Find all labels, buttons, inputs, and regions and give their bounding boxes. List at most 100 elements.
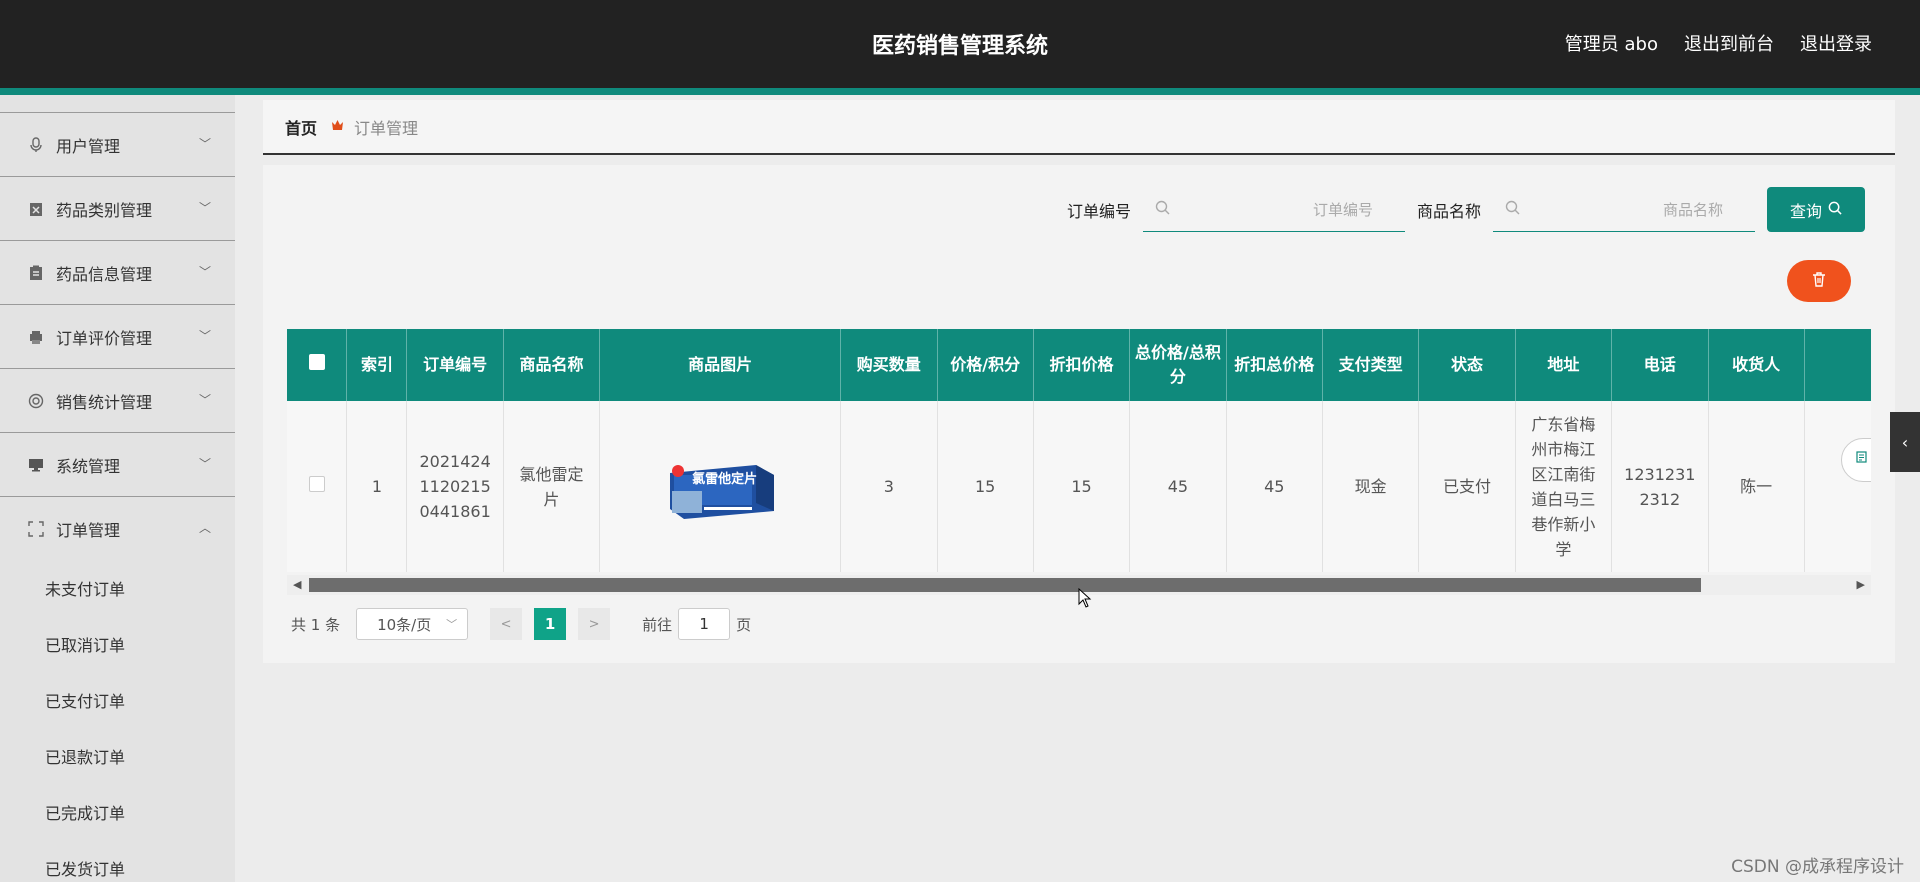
chevron-up-icon: ︿: [198, 521, 211, 535]
table-header-row: 索引 订单编号 商品名称 商品图片 购买数量 价格/积分 折扣价格 总价格/总积…: [287, 329, 1871, 401]
monitor-icon: [28, 457, 44, 473]
sidebar: 用户管理 ﹀ 药品类别管理 ﹀ 药品信息管理 ﹀ 订单评价管理 ﹀ 销售统计管理…: [0, 95, 235, 882]
sidebar-item-sales-stats[interactable]: 销售统计管理 ﹀: [0, 368, 235, 432]
column-header: 支付类型: [1322, 329, 1420, 401]
search-icon: [1505, 200, 1520, 219]
product-image-text: 氯雷他定片: [692, 471, 758, 487]
scroll-left-icon[interactable]: ◀: [293, 578, 301, 591]
top-links: 管理员 abo 退出到前台 退出登录: [1565, 30, 1872, 56]
receiver-cell: 陈一: [1708, 401, 1805, 572]
top-header: 医药销售管理系统 管理员 abo 退出到前台 退出登录: [0, 0, 1920, 88]
goto-prefix: 前往: [642, 615, 673, 634]
qty-cell: 3: [840, 401, 938, 572]
breadcrumb-home[interactable]: 首页: [285, 115, 317, 139]
query-label: 查询: [1789, 201, 1822, 221]
scroll-right-icon[interactable]: ▶: [1857, 578, 1865, 591]
watermark: CSDN @成承程序设计: [1731, 857, 1904, 877]
search-icon: [1155, 200, 1170, 219]
product-image-cell: 氯雷他定片: [599, 401, 842, 572]
goto-page-input[interactable]: 1: [678, 608, 731, 640]
actions-cell: 详情: [1804, 401, 1871, 572]
product-name-placeholder: 商品名称: [1662, 200, 1723, 219]
scrollbar-thumb[interactable]: [309, 578, 1701, 592]
sidebar-subitem-unpaid[interactable]: 未支付订单: [0, 560, 235, 616]
chevron-down-icon: ﹀: [446, 618, 458, 631]
batch-delete-button[interactable]: [1787, 260, 1851, 302]
column-header: 订单编号: [406, 329, 504, 401]
sidebar-item-order-management[interactable]: 订单管理 ︿: [0, 496, 235, 560]
discount-total-cell: 45: [1226, 401, 1324, 572]
price-cell: 15: [937, 401, 1034, 572]
goto-suffix: 页: [736, 615, 752, 634]
order-no-input[interactable]: 订单编号: [1142, 187, 1405, 232]
sidebar-item-user-management[interactable]: 用户管理 ﹀: [0, 112, 235, 176]
sidebar-item-label: 订单评价管理: [56, 328, 153, 348]
collapse-panel-button[interactable]: ‹: [1890, 412, 1920, 472]
column-header: 操: [1804, 329, 1871, 401]
chevron-down-icon: ﹀: [198, 393, 211, 407]
product-name-input[interactable]: 商品名称: [1493, 187, 1755, 232]
phone-cell: 12312312312: [1611, 401, 1709, 572]
order-table: 索引 订单编号 商品名称 商品图片 购买数量 价格/积分 折扣价格 总价格/总积…: [287, 329, 1871, 572]
column-header: 购买数量: [840, 329, 938, 401]
total-count: 共 1 条: [291, 615, 341, 634]
sidebar-item-label: 药品类别管理: [56, 200, 153, 220]
page-size-select[interactable]: 10条/页 ﹀: [356, 608, 469, 640]
search-icon: [1828, 201, 1842, 219]
sidebar-item-order-review[interactable]: 订单评价管理 ﹀: [0, 304, 235, 368]
fullscreen-icon: [28, 520, 44, 537]
row-checkbox[interactable]: [308, 476, 325, 492]
discount-price-cell: 15: [1033, 401, 1131, 572]
order-no-cell: 20214241120215 0441861: [406, 401, 504, 572]
page-number-current[interactable]: 1: [534, 608, 567, 640]
select-all-checkbox[interactable]: [308, 354, 325, 370]
chevron-down-icon: ﹀: [198, 137, 211, 151]
page-size-value: 10条/页: [377, 615, 432, 634]
sidebar-item-system[interactable]: 系统管理 ﹀: [0, 432, 235, 496]
sidebar-subitem-shipped[interactable]: 已发货订单: [0, 840, 235, 882]
product-image[interactable]: 氯雷他定片: [664, 455, 776, 519]
chevron-left-icon: ‹: [1901, 432, 1909, 452]
header-accent-bar: [0, 88, 1920, 95]
query-button[interactable]: 查询: [1767, 187, 1865, 232]
total-cell: 45: [1129, 401, 1227, 572]
pagination: 共 1 条 10条/页 ﹀ < 1 > 前往 1 页: [291, 608, 751, 640]
chevron-down-icon: ﹀: [198, 265, 211, 279]
microphone-icon: [28, 136, 44, 153]
clipboard-icon: [28, 265, 44, 281]
row-select-cell: [287, 401, 348, 572]
address-cell: 广东省梅州市梅江区江南街道白马三巷作新小学: [1515, 401, 1613, 572]
sidebar-subitem-cancelled[interactable]: 已取消订单: [0, 616, 235, 672]
product-cell: 氯他雷定片: [503, 401, 601, 572]
sidebar-subitem-completed[interactable]: 已完成订单: [0, 784, 235, 840]
next-page-button[interactable]: >: [578, 608, 611, 640]
chevron-down-icon: ﹀: [198, 329, 211, 343]
category-icon: [28, 201, 44, 217]
column-header: 价格/积分: [937, 329, 1034, 401]
breadcrumb-current: 订单管理: [354, 118, 419, 138]
detail-button[interactable]: 详情: [1840, 437, 1871, 482]
chevron-down-icon: ﹀: [198, 201, 211, 215]
sidebar-item-label: 订单管理: [56, 520, 121, 540]
chevron-right-icon: >: [588, 616, 600, 632]
exit-to-front-link[interactable]: 退出到前台: [1684, 30, 1774, 56]
admin-user-link[interactable]: 管理员 abo: [1565, 30, 1658, 56]
search-bar: 订单编号 订单编号 商品名称 商品名称 查询: [1067, 187, 1865, 232]
sidebar-subitem-refunded[interactable]: 已退款订单: [0, 728, 235, 784]
sidebar-item-drug-category[interactable]: 药品类别管理 ﹀: [0, 176, 235, 240]
column-header: 商品图片: [599, 329, 842, 401]
mouse-cursor-icon: [1078, 588, 1092, 608]
column-header: 电话: [1611, 329, 1709, 401]
prev-page-button[interactable]: <: [490, 608, 523, 640]
index-cell: 1: [346, 401, 408, 572]
order-no-label: 订单编号: [1066, 201, 1131, 221]
pay-type-cell: 现金: [1322, 401, 1420, 572]
trash-icon: [1812, 271, 1826, 291]
stats-icon: [28, 393, 44, 409]
column-header: 商品名称: [503, 329, 601, 401]
printer-icon: [28, 329, 44, 345]
logout-link[interactable]: 退出登录: [1800, 30, 1872, 56]
sidebar-item-drug-info[interactable]: 药品信息管理 ﹀: [0, 240, 235, 304]
sidebar-subitem-paid[interactable]: 已支付订单: [0, 672, 235, 728]
sidebar-item-label: 用户管理: [56, 136, 121, 156]
